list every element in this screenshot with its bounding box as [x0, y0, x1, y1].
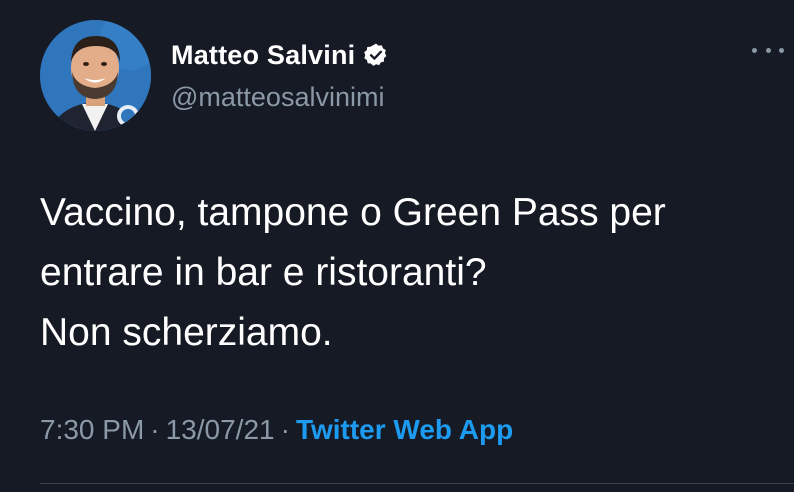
tweet-date[interactable]: 13/07/21	[166, 414, 275, 445]
tweet-text-line: Vaccino, tampone o Green Pass per	[40, 191, 666, 234]
more-dot	[752, 47, 757, 53]
more-dot	[765, 47, 771, 53]
tweet-text-line: entrare in bar e ristoranti?	[40, 251, 487, 294]
more-dot	[779, 47, 784, 53]
avatar-photo	[40, 20, 151, 131]
tweet-card: Matteo Salvini @matteosalvinimi Vaccino,…	[0, 0, 794, 492]
verified-badge-icon	[363, 42, 389, 68]
tweet-time[interactable]: 7:30 PM	[40, 414, 144, 445]
author-handle[interactable]: @matteosalvinimi	[171, 82, 384, 113]
divider	[40, 483, 794, 484]
tweet-text: Vaccino, tampone o Green Pass per entrar…	[40, 183, 780, 363]
tweet-text-line: Non scherziamo.	[40, 311, 333, 354]
tweet-meta: 7:30 PM · 13/07/21 · Twitter Web App	[40, 414, 513, 446]
meta-separator: ·	[280, 414, 290, 445]
meta-separator: ·	[150, 414, 160, 445]
tweet-source-link[interactable]: Twitter Web App	[296, 414, 513, 445]
more-options-icon[interactable]	[752, 38, 784, 62]
author-name-row: Matteo Salvini	[171, 38, 389, 72]
avatar[interactable]	[40, 20, 151, 131]
author-display-name[interactable]: Matteo Salvini	[171, 40, 355, 71]
